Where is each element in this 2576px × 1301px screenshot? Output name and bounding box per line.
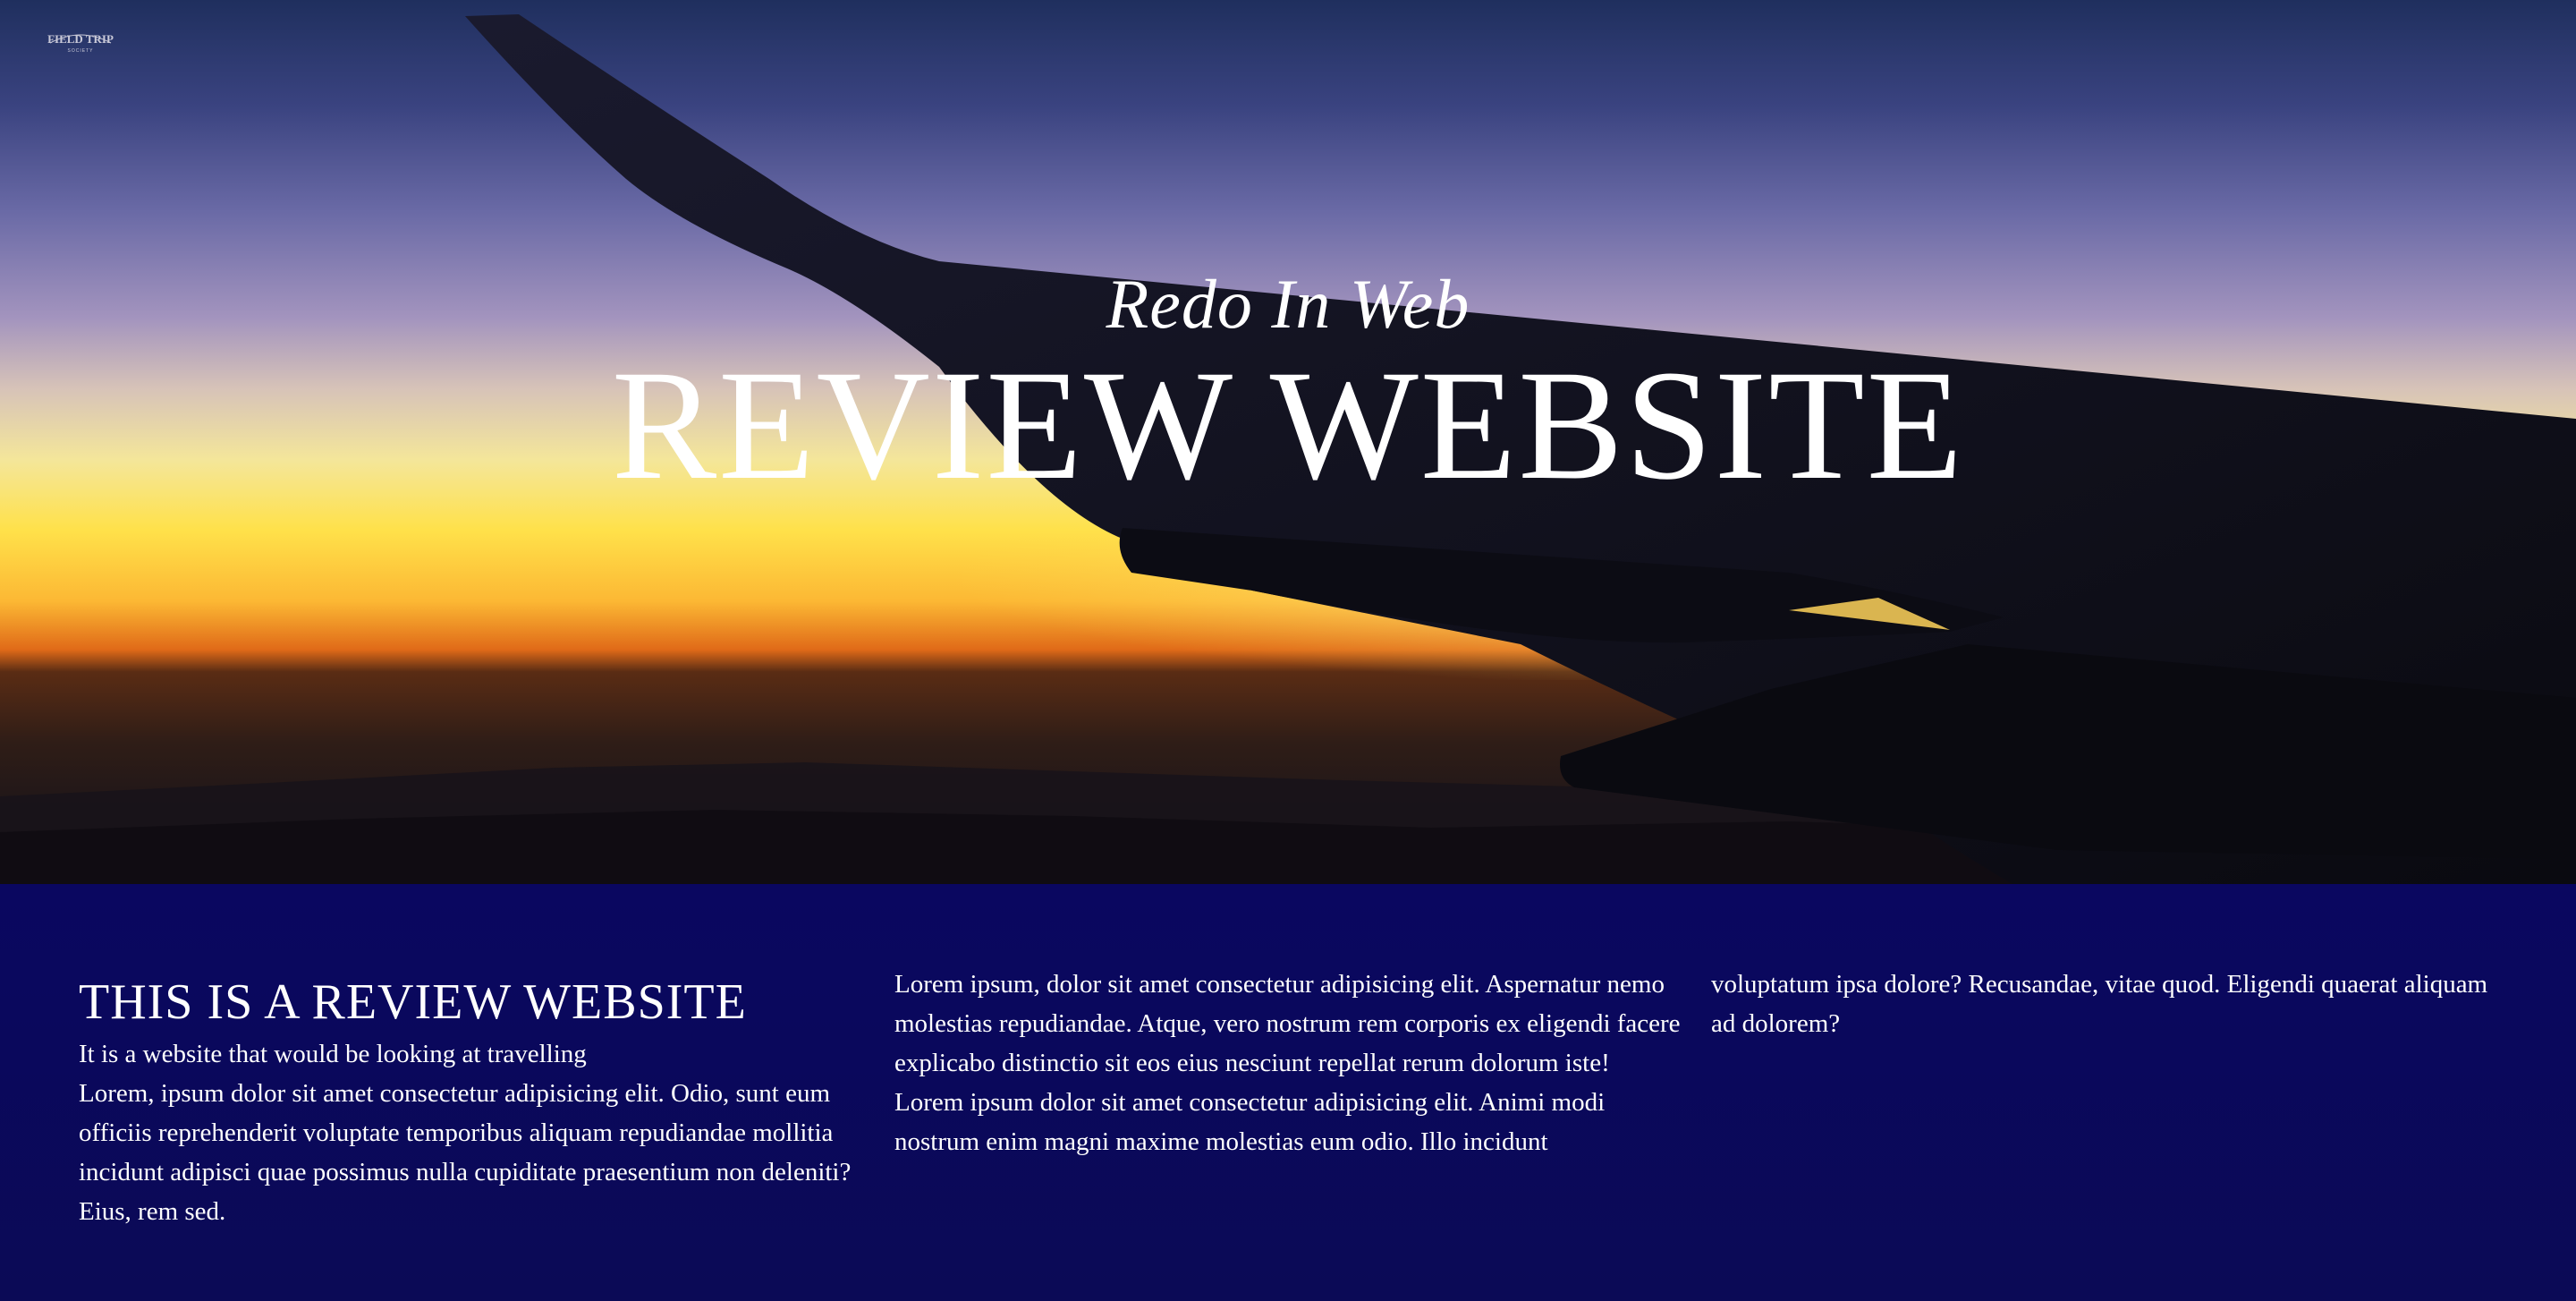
content-section: THIS IS A REVIEW WEBSITE It is a website… [0,884,2576,1301]
logo-icon: FIELD TRIP SOCIETY [47,32,114,54]
hero-heading-group: Redo In Web REVIEW WEBSITE [0,259,2576,506]
svg-text:SOCIETY: SOCIETY [68,48,94,54]
body-paragraph: voluptatum ipsa dolore? Recusandae, vita… [1711,970,2488,1038]
section-heading: THIS IS A REVIEW WEBSITE [79,974,747,1030]
page: FIELD TRIP SOCIETY Redo In Web REVIEW WE… [0,0,2576,1301]
content-column-2: Lorem ipsum, dolor sit amet consectetur … [894,965,1682,1161]
field-trip-logo[interactable]: FIELD TRIP SOCIETY [45,23,116,59]
hero-subtitle: Redo In Web [1106,265,1470,343]
hero-banner: FIELD TRIP SOCIETY Redo In Web REVIEW WE… [0,0,2576,884]
svg-text:FIELD TRIP: FIELD TRIP [47,32,114,46]
intro-text: It is a website that would be looking at… [79,1040,587,1068]
hero-title: REVIEW WEBSITE [611,338,1965,513]
body-paragraph: Lorem, ipsum dolor sit amet consectetur … [79,1079,852,1226]
body-paragraph: Lorem ipsum, dolor sit amet consectetur … [894,970,1681,1077]
content-column-3: voluptatum ipsa dolore? Recusandae, vita… [1711,965,2498,1043]
content-column-1: THIS IS A REVIEW WEBSITE It is a website… [79,974,866,1231]
body-paragraph: Lorem ipsum dolor sit amet consectetur a… [894,1088,1606,1156]
